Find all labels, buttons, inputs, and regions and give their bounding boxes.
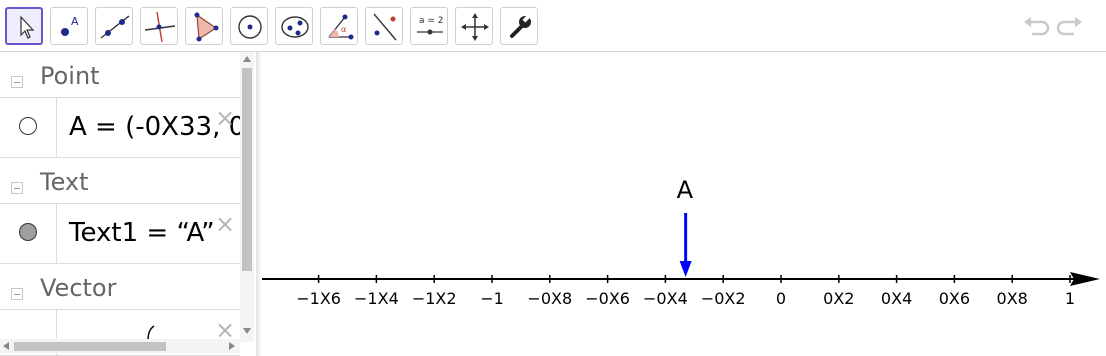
slider-icon: a = 2 — [417, 16, 444, 35]
horizontal-scrollbar-thumb[interactable] — [14, 342, 166, 351]
cursor-arrow-icon — [20, 15, 35, 39]
perpendicular-line-icon — [144, 11, 176, 43]
x-axis-arrowhead — [1070, 272, 1100, 286]
x-axis-tick-label: 1 — [1064, 289, 1076, 308]
circle-tool-button[interactable] — [230, 7, 268, 45]
point-icon: A — [61, 15, 79, 36]
slider-tool-button[interactable]: a = 2 — [410, 7, 448, 45]
group-label: Point — [40, 62, 100, 90]
marble-cell — [0, 98, 57, 157]
perpendicular-line-tool-button[interactable] — [140, 7, 178, 45]
circle-icon — [238, 15, 262, 39]
reflect-about-line-icon — [373, 13, 397, 41]
svg-text:a = 2: a = 2 — [419, 16, 444, 26]
move-graphics-view-tool-button[interactable] — [455, 7, 493, 45]
x-axis-tick-label: −0X2 — [700, 289, 746, 308]
group-label: Text — [40, 168, 89, 196]
redo-icon[interactable] — [1056, 12, 1086, 42]
vertical-scrollbar-thumb[interactable] — [242, 68, 252, 271]
x-axis-tick-label: −1 — [480, 289, 504, 308]
scroll-right-arrow-icon[interactable] — [229, 342, 235, 350]
move-arrows-icon — [461, 13, 489, 41]
x-axis-tick-label: 0X6 — [938, 289, 971, 308]
x-axis-tick-label: −0X6 — [585, 289, 630, 308]
delete-icon[interactable]: × — [215, 106, 235, 130]
delete-icon[interactable]: × — [215, 318, 235, 342]
scroll-left-arrow-icon[interactable] — [3, 342, 9, 350]
delete-icon[interactable]: × — [215, 212, 235, 236]
algebra-item-point-a[interactable]: A = (-0X33, 0 × — [0, 98, 240, 158]
svg-text:A: A — [71, 15, 79, 28]
x-axis-tick-label: −0X4 — [643, 289, 688, 308]
x-axis-tick-label: 0 — [775, 289, 787, 308]
algebra-item-text[interactable]: Text1 = “A” — [69, 218, 215, 248]
horizontal-scrollbar[interactable] — [0, 339, 240, 353]
point-tool-button[interactable]: A — [50, 7, 88, 45]
vector-arrowhead[interactable] — [679, 261, 692, 277]
x-axis-tick-label: 0X8 — [996, 289, 1028, 308]
collapse-icon[interactable] — [11, 76, 23, 88]
algebra-item-text1[interactable]: Text1 = “A” × — [0, 204, 240, 264]
toolbar: A α a = 2 — [0, 0, 1106, 52]
group-header-text[interactable]: Text — [0, 158, 240, 204]
group-header-point[interactable]: Point — [0, 52, 240, 98]
group-header-vector[interactable]: Vector — [0, 264, 240, 310]
undo-icon[interactable] — [1020, 12, 1050, 42]
line-through-points-icon — [100, 15, 130, 39]
x-axis-tick-label: −1X2 — [411, 289, 457, 308]
collapse-icon[interactable] — [11, 182, 23, 194]
x-axis-tick-label: −1X4 — [354, 289, 399, 308]
ellipse-icon — [281, 16, 309, 38]
graphics-view[interactable]: −1X6 −1X4 −1X2 −1 −0X8 −0X6 −0X4 −0X2 0 0X2 0X4 0X6… — [260, 52, 1106, 356]
algebra-view: Point A = (-0X33, 0 × Text Text1 = “A” ×… — [0, 52, 256, 356]
ellipse-tool-button[interactable] — [275, 7, 313, 45]
visibility-toggle-icon[interactable] — [19, 223, 37, 241]
settings-tool-button[interactable] — [500, 7, 538, 45]
scroll-down-arrow-icon[interactable] — [243, 328, 251, 334]
x-axis-tick-label: 0X4 — [880, 289, 913, 308]
graphics-canvas[interactable] — [260, 52, 1106, 356]
group-label: Vector — [40, 274, 117, 302]
scroll-up-arrow-icon[interactable] — [243, 56, 251, 62]
move-tool-button[interactable] — [5, 7, 43, 45]
angle-tool-button[interactable]: α — [320, 7, 358, 45]
point-a-label[interactable]: A — [677, 176, 693, 204]
wrench-icon — [510, 14, 531, 38]
line-tool-button[interactable] — [95, 7, 133, 45]
polygon-tool-button[interactable] — [185, 7, 223, 45]
marble-cell — [0, 204, 57, 263]
collapse-icon[interactable] — [11, 288, 23, 300]
visibility-toggle-icon[interactable] — [19, 117, 37, 135]
reflect-tool-button[interactable] — [365, 7, 403, 45]
vertical-scrollbar[interactable] — [240, 52, 254, 342]
polygon-icon — [194, 12, 219, 42]
x-axis-tick-label: −1X6 — [296, 289, 341, 308]
x-axis-tick-label: −0X8 — [527, 289, 573, 308]
svg-text:α: α — [341, 25, 346, 34]
angle-icon: α — [328, 14, 354, 40]
x-axis-tick-label: 0X2 — [823, 289, 855, 308]
